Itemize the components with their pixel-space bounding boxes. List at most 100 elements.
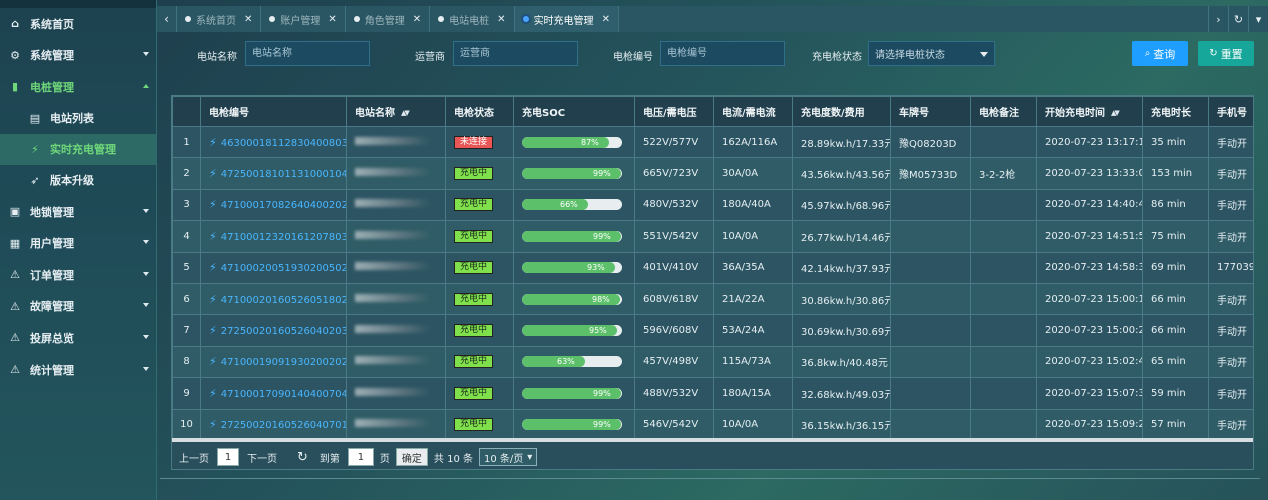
- prev-page-button[interactable]: 上一页: [179, 450, 209, 465]
- soc-cell: 99%: [513, 377, 635, 410]
- bottom-divider: [160, 478, 1260, 479]
- tab-scroll-left-button[interactable]: ‹: [157, 6, 177, 32]
- operator-input[interactable]: [453, 41, 578, 66]
- sidebar-item[interactable]: ▣ 地锁管理: [0, 196, 156, 228]
- table-row[interactable]: 7 ⚡ 27250020160526040203 充电中 95% 596V/608V 53A…: [172, 314, 1253, 347]
- close-icon[interactable]: ✕: [328, 14, 336, 25]
- horizontal-scrollbar[interactable]: [172, 438, 1253, 442]
- list-icon: ▤: [29, 111, 41, 125]
- column-header[interactable]: 电站名称 ▲▼: [346, 96, 446, 127]
- start-time-cell: 2020-07-23 15:02:47: [1036, 345, 1143, 379]
- table-row[interactable]: 8 ⚡ 47100019091930200202 充电中 63% 457V/498V 115…: [172, 345, 1253, 379]
- close-icon[interactable]: ✕: [497, 14, 505, 25]
- gun-number-cell[interactable]: ⚡ 47100012320161207803: [200, 220, 347, 253]
- tab[interactable]: 实时充电管理 ✕: [514, 6, 619, 32]
- soc-cell: 93%: [513, 251, 635, 284]
- page-size-select[interactable]: 10 条/页 ▾: [479, 448, 538, 466]
- search-button[interactable]: ⌕ 查询: [1132, 41, 1188, 66]
- gun-number-link[interactable]: 47100020160526051802: [221, 295, 346, 306]
- start-time-cell: 2020-07-23 15:00:23: [1036, 314, 1143, 347]
- sidebar-item-label: 电桩管理: [30, 80, 74, 94]
- sidebar-item[interactable]: ⚠ 统计管理: [0, 354, 156, 386]
- gun-number-cell[interactable]: ⚡ 47100019091930200202: [200, 345, 347, 379]
- tab-bar: ‹ 系统首页 ✕ 账户管理 ✕ 角色管理 ✕ 电站电桩 ✕ 实时充电管理 ✕ › ↻ ▾: [157, 6, 1268, 32]
- battery-icon: ▮: [11, 80, 19, 94]
- table-row[interactable]: 5 ⚡ 47100020051930200502 充电中 93% 401V/410V 36A…: [172, 251, 1253, 284]
- gun-number-link[interactable]: 47100020051930200502: [221, 263, 346, 274]
- table-row[interactable]: 3 ⚡ 47100017082640400202 充电中 66% 480V/532V 180…: [172, 188, 1253, 222]
- gun-number-cell[interactable]: ⚡ 47250018101131000104: [200, 157, 347, 190]
- gun-number-link[interactable]: 47100012320161207803: [221, 232, 346, 243]
- reset-button[interactable]: ↻ 重置: [1198, 41, 1254, 66]
- tab-label: 账户管理: [280, 15, 321, 27]
- close-icon[interactable]: ✕: [602, 14, 610, 25]
- gun-number-cell[interactable]: ⚡ 47100020160526051802: [200, 282, 347, 316]
- gun-number-link[interactable]: 4630001811283040​0803: [221, 138, 346, 149]
- gun-status-placeholder: 请选择电桩状态: [875, 50, 945, 61]
- gun-status-select[interactable]: 请选择电桩状态: [868, 41, 995, 66]
- tab[interactable]: 账户管理 ✕: [261, 6, 346, 32]
- user-icon: ▦: [9, 236, 21, 250]
- sidebar-item[interactable]: ▮ 电桩管理: [0, 71, 156, 103]
- table-row[interactable]: 2 ⚡ 47250018101131000104 充电中 99% 665V/723V 30A…: [172, 157, 1253, 190]
- gun-number-link[interactable]: 27250020160526040701: [221, 420, 346, 431]
- gun-number-input[interactable]: [660, 41, 785, 66]
- soc-cell: 99%: [513, 220, 635, 253]
- gun-number-cell[interactable]: ⚡ 47100020051930200502: [200, 251, 347, 284]
- tab[interactable]: 角色管理 ✕: [346, 6, 431, 32]
- row-index: 10: [172, 408, 201, 441]
- tab-menu-button[interactable]: ▾: [1248, 6, 1268, 32]
- close-icon[interactable]: ✕: [244, 14, 252, 25]
- plug-icon: ⚡: [209, 355, 217, 369]
- gun-number-link[interactable]: 47100019091930200202: [221, 357, 346, 368]
- gun-number-cell[interactable]: ⚡ 47100017090140400704: [200, 377, 347, 410]
- column-header[interactable]: 开始充电时间 ▲▼: [1036, 96, 1143, 127]
- table-row[interactable]: 10 ⚡ 27250020160526040701 充电中 99% 546V/542V 10…: [172, 408, 1253, 441]
- start-time-cell: 2020-07-23 15:07:32: [1036, 377, 1143, 410]
- refresh-pager-icon[interactable]: ↻: [297, 450, 308, 465]
- table-row[interactable]: 6 ⚡ 47100020160526051802 充电中 98% 608V/618V 21A…: [172, 282, 1253, 316]
- next-page-button[interactable]: 下一页: [247, 450, 277, 465]
- sidebar-subitem[interactable]: ➶ 版本升级: [0, 165, 156, 196]
- reset-icon: ↻: [1209, 48, 1218, 59]
- sidebar-subitem[interactable]: ⚡ 实时充电管理: [0, 133, 156, 165]
- station-name-cell: [346, 125, 446, 159]
- gun-number-link[interactable]: 47250018101131000104: [221, 169, 346, 180]
- sort-icon[interactable]: ▲▼: [401, 109, 410, 117]
- table-row[interactable]: 1 ⚡ 4630001811283040​0803 未连接 87% 522V/577V 16…: [172, 125, 1253, 159]
- gun-status-cell: 未连接: [445, 125, 514, 159]
- sort-icon[interactable]: ▲▼: [1111, 109, 1120, 117]
- sidebar-item[interactable]: ▦ 用户管理: [0, 227, 156, 259]
- sidebar-item[interactable]: ⚠ 故障管理: [0, 291, 156, 323]
- gun-number-link[interactable]: 27250020160526040203: [221, 326, 346, 337]
- sidebar-subitem[interactable]: ▤ 电站列表: [0, 103, 156, 134]
- tab[interactable]: 系统首页 ✕: [177, 6, 262, 32]
- table-row[interactable]: 9 ⚡ 47100017090140400704 充电中 99% 488V/532V 180…: [172, 377, 1253, 410]
- chevron-down-icon: ▾: [527, 451, 533, 463]
- tab-dot-icon: [185, 16, 191, 22]
- tab-scroll-right-button[interactable]: ›: [1208, 6, 1228, 32]
- gun-number-cell[interactable]: ⚡ 27250020160526040203: [200, 314, 347, 347]
- goto-page-input[interactable]: 1: [347, 448, 374, 466]
- sidebar-item[interactable]: ⚠ 投屏总览: [0, 322, 156, 354]
- soc-cell: 99%: [513, 408, 635, 441]
- refresh-button[interactable]: ↻: [1228, 6, 1248, 32]
- current-page-box[interactable]: 1: [217, 448, 239, 466]
- plate-cell: 豫Q08203D: [890, 125, 971, 159]
- current-cell: 10A/0A: [713, 220, 793, 253]
- sidebar-item[interactable]: ⚠ 订单管理: [0, 259, 156, 291]
- warning-icon: ⚠: [10, 268, 20, 282]
- sidebar-item[interactable]: ⚙ 系统管理: [0, 40, 156, 72]
- gun-number-cell[interactable]: ⚡ 27250020160526040701: [200, 408, 347, 441]
- table-row[interactable]: 4 ⚡ 47100012320161207803 充电中 99% 551V/542V 10A…: [172, 220, 1253, 253]
- refresh-icon: ↻: [1233, 12, 1244, 26]
- gun-number-link[interactable]: 47100017090140400704: [221, 389, 346, 400]
- close-icon[interactable]: ✕: [413, 14, 421, 25]
- gun-number-cell[interactable]: ⚡ 47100017082640400202: [200, 188, 347, 222]
- sidebar-item[interactable]: ⌂ 系统首页: [0, 8, 156, 40]
- confirm-button[interactable]: 确定: [395, 448, 428, 466]
- gun-number-link[interactable]: 47100017082640400202: [221, 200, 346, 211]
- tab[interactable]: 电站电桩 ✕: [430, 6, 515, 32]
- gun-number-cell[interactable]: ⚡ 4630001811283040​0803: [200, 125, 347, 159]
- station-name-input[interactable]: [245, 41, 370, 66]
